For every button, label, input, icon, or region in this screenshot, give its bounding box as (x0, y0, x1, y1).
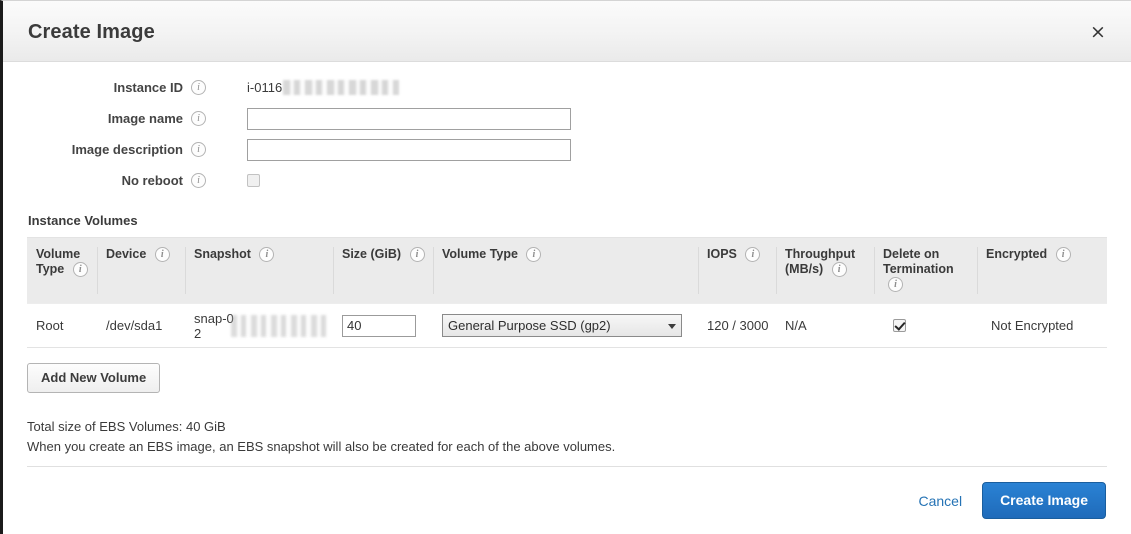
column-label: Snapshot (194, 247, 251, 261)
instance-volumes-table: Volume Type i Device i Snapshot i Size (… (27, 237, 1107, 348)
image-name-label: Image name (107, 111, 183, 126)
column-label: IOPS (707, 247, 737, 261)
column-header-snapshot: Snapshot i (185, 238, 333, 303)
info-icon[interactable]: i (888, 277, 903, 293)
column-header-size: Size (GiB) i (333, 238, 433, 303)
column-header-encrypted: Encrypted i (977, 238, 1100, 303)
instance-id-value: i-0116 (247, 80, 283, 95)
delete-on-termination-checkbox[interactable] (893, 319, 906, 332)
column-label: Encrypted (986, 247, 1048, 261)
add-new-volume-button[interactable]: Add New Volume (27, 363, 161, 393)
form-row-no-reboot: No reboot i (3, 165, 1131, 196)
create-image-form: Instance ID i i-0116 Image name i Image … (3, 62, 1131, 196)
dialog-body: Instance ID i i-0116 Image name i Image … (3, 62, 1131, 534)
cell-encrypted: Not Encrypted (991, 318, 1074, 333)
info-icon[interactable]: i (831, 262, 847, 278)
column-header-volume-type: Volume Type i (27, 238, 97, 303)
page-title: Create Image (28, 21, 155, 43)
image-name-input[interactable] (247, 107, 571, 130)
info-icon[interactable]: i (191, 111, 206, 126)
no-reboot-checkbox[interactable] (247, 174, 260, 187)
info-icon[interactable]: i (1055, 247, 1071, 263)
dialog-header: Create Image × (3, 1, 1131, 62)
info-icon[interactable]: i (191, 173, 206, 188)
snapshot-note-text: When you create an EBS image, an EBS sna… (27, 439, 616, 454)
form-row-image-name: Image name i (3, 103, 1131, 134)
volumes-summary: Total size of EBS Volumes: 40 GiB When y… (27, 417, 1131, 457)
info-icon[interactable]: i (259, 247, 275, 263)
cell-device: /dev/sda1 (106, 318, 163, 333)
info-icon[interactable]: i (409, 247, 425, 263)
create-image-dialog: Create Image × Instance ID i i-0116 Imag… (0, 0, 1131, 534)
column-label: Size (GiB) (342, 247, 402, 261)
create-image-button[interactable]: Create Image (982, 482, 1106, 519)
cell-delete-on-termination (874, 315, 977, 336)
image-name-field-wrap (247, 107, 571, 130)
no-reboot-label: No reboot (121, 173, 183, 188)
column-label: Device (106, 247, 147, 261)
info-icon[interactable]: i (191, 142, 206, 157)
image-description-field-wrap (247, 138, 571, 161)
cell-volume-type-select: General Purpose SSD (gp2) (433, 310, 698, 341)
dialog-footer: Cancel Create Image (27, 466, 1107, 534)
form-row-instance-id: Instance ID i i-0116 (3, 72, 1131, 103)
total-size-text: Total size of EBS Volumes: 40 GiB (27, 419, 226, 434)
cell-snapshot: snap-02 (185, 307, 333, 345)
info-icon[interactable]: i (526, 247, 542, 263)
cell-size (333, 311, 433, 341)
form-row-image-description: Image description i (3, 134, 1131, 165)
column-label: Delete on Termination (883, 247, 954, 276)
column-header-delete-on-termination: Delete on Termination i (874, 238, 977, 303)
redacted-overlay (283, 80, 400, 95)
info-icon[interactable]: i (72, 262, 88, 278)
volume-type-dropdown[interactable]: General Purpose SSD (gp2) (442, 314, 682, 337)
info-icon[interactable]: i (745, 247, 761, 263)
info-icon[interactable]: i (191, 80, 206, 95)
no-reboot-field-wrap (247, 174, 260, 187)
instance-volumes-title: Instance Volumes (28, 213, 138, 228)
column-header-iops: IOPS i (698, 238, 776, 303)
info-icon[interactable]: i (154, 247, 170, 263)
cell-iops: 120 / 3000 (707, 318, 769, 333)
instance-id-label: Instance ID (113, 80, 183, 95)
chevron-down-icon (668, 323, 676, 329)
column-header-volume-type-2: Volume Type i (433, 238, 698, 303)
column-label: Volume Type (442, 247, 518, 261)
volume-type-selected-value: General Purpose SSD (gp2) (448, 318, 611, 333)
column-header-device: Device i (97, 238, 185, 303)
column-header-throughput: Throughput (MB/s) i (776, 238, 874, 303)
cell-throughput: N/A (785, 318, 807, 333)
instance-id-value-wrap: i-0116 (247, 80, 400, 95)
close-icon[interactable]: × (1087, 21, 1109, 43)
table-row: Root /dev/sda1 snap-02 General Purpose S… (27, 303, 1107, 347)
cell-volume-type: Root (36, 318, 64, 333)
cancel-button[interactable]: Cancel (918, 493, 962, 509)
image-description-label: Image description (71, 142, 183, 157)
image-description-input[interactable] (247, 138, 571, 161)
table-header-row: Volume Type i Device i Snapshot i Size (… (27, 238, 1107, 303)
redacted-overlay (231, 314, 327, 337)
volume-size-input[interactable] (342, 314, 416, 337)
